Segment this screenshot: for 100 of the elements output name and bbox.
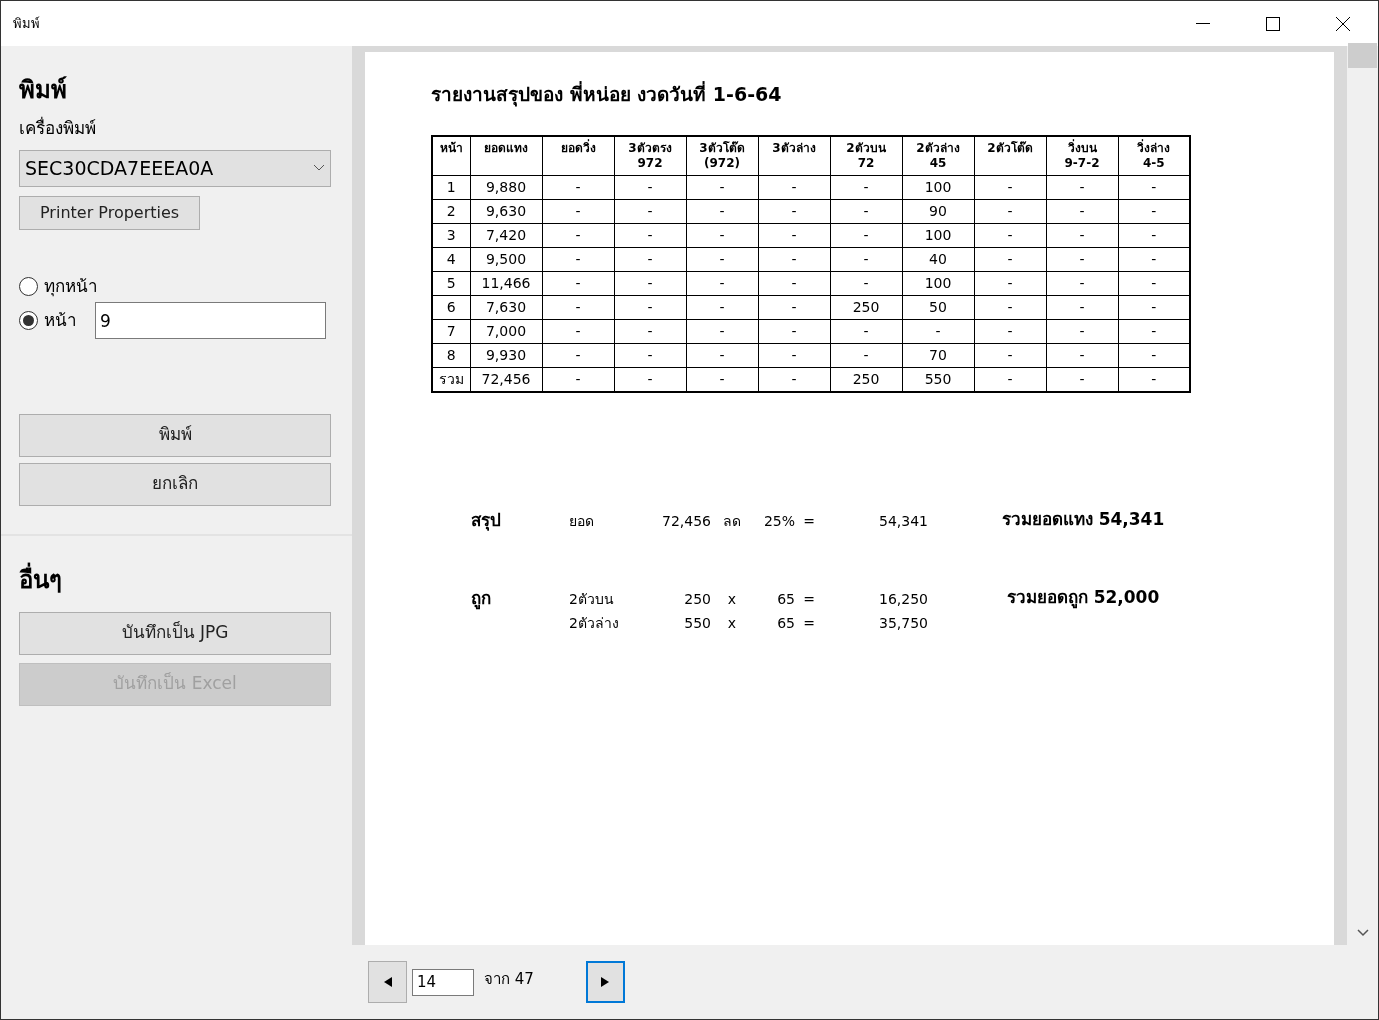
table-cell: 7,000 <box>470 319 542 344</box>
table-cell: 9,500 <box>470 247 542 272</box>
action-button[interactable]: บันทึกเป็น JPG <box>19 611 331 655</box>
table-cell: - <box>1046 199 1118 224</box>
column-header: วิ่งบน 9-7-2 <box>1046 135 1118 176</box>
scrollbar-thumb[interactable] <box>1348 43 1377 68</box>
table-cell: 3 <box>432 223 470 248</box>
table-cell: - <box>1046 295 1118 320</box>
table-cell: - <box>542 319 614 344</box>
close-icon <box>1335 15 1351 32</box>
table-cell: 1 <box>432 175 470 200</box>
report-title: รายงานสรุปของ พี่หน่อย งวดวันที่ 1-6-64 <box>431 80 783 109</box>
page-range-field[interactable]: 9 <box>95 302 326 339</box>
table-cell: - <box>974 271 1046 296</box>
table-cell: - <box>686 175 758 200</box>
table-cell: - <box>758 247 830 272</box>
summary-value: 250 <box>683 590 711 609</box>
table-cell: - <box>830 343 902 368</box>
table-cell: - <box>830 247 902 272</box>
page-number-field[interactable]: 14 <box>412 968 474 996</box>
column-header: 3ตัวตรง 972 <box>614 135 686 176</box>
table-cell: 9,880 <box>470 175 542 200</box>
table-cell: - <box>1046 175 1118 200</box>
table-cell: - <box>614 295 686 320</box>
radio-button[interactable]: หน้า <box>19 307 77 334</box>
table-cell: - <box>614 175 686 200</box>
previous-page-button[interactable] <box>368 961 407 1003</box>
table-cell: - <box>758 175 830 200</box>
table-cell: 5 <box>432 271 470 296</box>
summary-value: = <box>802 511 816 531</box>
table-cell: - <box>686 319 758 344</box>
table-cell: - <box>830 271 902 296</box>
table-cell: - <box>974 295 1046 320</box>
column-header: 2ตัวโต๊ด <box>974 135 1046 176</box>
table-cell: - <box>1046 271 1118 296</box>
summary-value: = <box>802 614 816 633</box>
table-cell: - <box>902 319 974 344</box>
scroll-down-icon[interactable] <box>1356 929 1369 937</box>
summary-value: 25% <box>762 511 795 531</box>
summary-value: x <box>726 614 738 633</box>
table-cell: - <box>974 223 1046 248</box>
summary-value: 72,456 <box>661 511 711 531</box>
printer-dropdown[interactable]: SEC30CDA7EEEA0A <box>19 149 331 187</box>
table-cell: 2 <box>432 199 470 224</box>
summary-value: 2ตัวล่าง <box>569 614 620 633</box>
column-header: 3ตัวล่าง <box>758 135 830 176</box>
table-cell: - <box>1046 343 1118 368</box>
maximize-icon <box>1265 15 1281 32</box>
table-cell: 100 <box>902 175 974 200</box>
section-heading: พิมพ์ <box>19 75 68 106</box>
table-cell: - <box>758 295 830 320</box>
summary-total: รวมยอดแทง 54,341 <box>1000 507 1166 531</box>
table-cell: - <box>614 199 686 224</box>
table-cell: - <box>542 223 614 248</box>
table-cell: 50 <box>902 295 974 320</box>
table-cell: 90 <box>902 199 974 224</box>
summary-total: รวมยอดถูก 52,000 <box>1005 586 1161 611</box>
table-cell: 6 <box>432 295 470 320</box>
table-cell: - <box>974 319 1046 344</box>
summary-value: 35,750 <box>878 614 928 633</box>
table-cell: - <box>758 271 830 296</box>
table-cell: - <box>758 199 830 224</box>
table-cell: 100 <box>902 223 974 248</box>
table-cell: 9,630 <box>470 199 542 224</box>
table-cell: - <box>1046 319 1118 344</box>
printer-properties-button[interactable]: Printer Properties <box>19 195 201 230</box>
table-cell: - <box>974 199 1046 224</box>
table-cell: - <box>686 199 758 224</box>
summary-value: 54,341 <box>878 511 928 531</box>
table-cell: - <box>830 223 902 248</box>
table-cell: - <box>974 175 1046 200</box>
column-header: ยอดแทง <box>470 135 542 176</box>
table-cell: - <box>1046 223 1118 248</box>
radio-button[interactable]: ทุกหน้า <box>19 273 98 300</box>
table-cell: - <box>686 223 758 248</box>
section-heading: อื่นๆ <box>19 561 334 598</box>
table-cell: - <box>542 295 614 320</box>
next-page-button[interactable] <box>585 961 625 1003</box>
table-cell: - <box>974 343 1046 368</box>
window-title: พิมพ์ <box>13 14 40 33</box>
table-cell: 4 <box>432 247 470 272</box>
column-header: ยอดวิ่ง <box>542 135 614 176</box>
summary-value: ลด <box>722 511 742 531</box>
table-cell: 7,630 <box>470 295 542 320</box>
table-cell: 7,420 <box>470 223 542 248</box>
table-cell: - <box>686 247 758 272</box>
table-cell: 100 <box>902 271 974 296</box>
page-count-label: จาก 47 <box>484 968 534 990</box>
summary-value: 65 <box>776 614 795 633</box>
summary-value: = <box>802 590 816 609</box>
table-cell: - <box>686 343 758 368</box>
action-button[interactable]: พิมพ์ <box>19 413 331 457</box>
action-button[interactable]: ยกเลิก <box>19 462 331 506</box>
table-cell: 70 <box>902 343 974 368</box>
table-cell: - <box>614 319 686 344</box>
table-cell: - <box>614 271 686 296</box>
table-cell: - <box>614 223 686 248</box>
minimize-icon <box>1196 23 1210 24</box>
table-cell: - <box>542 175 614 200</box>
table-cell: - <box>1046 247 1118 272</box>
